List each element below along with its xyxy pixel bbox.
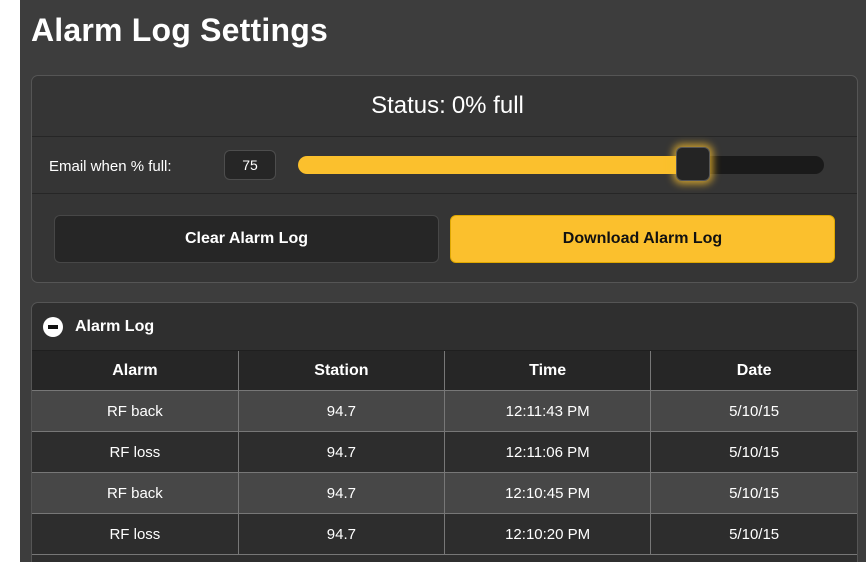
column-header-alarm: Alarm xyxy=(32,351,239,391)
status-row: Status: 0% full xyxy=(32,76,857,137)
table-row: RF loss 94.7 12:11:06 PM 5/10/15 xyxy=(32,431,857,473)
alarm-log-panel: Alarm Log Alarm Station Time Date RF bac… xyxy=(31,302,858,562)
slider-thumb[interactable] xyxy=(676,147,710,181)
alarm-log-settings-page: Alarm Log Settings Status: 0% full Email… xyxy=(20,0,866,562)
station-cell: 94.7 xyxy=(238,513,446,555)
alarm-cell: RF loss xyxy=(32,513,239,555)
alarm-cell: RF loss xyxy=(32,431,239,473)
station-cell: 94.7 xyxy=(238,431,446,473)
status-label: Status: xyxy=(371,92,446,119)
minus-circle-icon[interactable] xyxy=(43,316,63,337)
settings-panel: Status: 0% full Email when % full: Clear… xyxy=(31,75,858,283)
date-cell: 5/10/15 xyxy=(650,472,857,514)
log-actions: Clear Alarm Log Download Alarm Log xyxy=(32,194,857,282)
alarm-log-table: Alarm Station Time Date RF back 94.7 12:… xyxy=(32,351,857,555)
column-header-station: Station xyxy=(238,351,446,391)
alarm-log-header[interactable]: Alarm Log xyxy=(32,303,857,351)
clear-alarm-log-button[interactable]: Clear Alarm Log xyxy=(54,215,439,263)
date-cell: 5/10/15 xyxy=(650,431,857,473)
page-title: Alarm Log Settings xyxy=(31,12,328,48)
time-cell: 12:10:45 PM xyxy=(444,472,652,514)
time-cell: 12:11:43 PM xyxy=(444,390,652,432)
time-cell: 12:11:06 PM xyxy=(444,431,652,473)
email-threshold-slider[interactable] xyxy=(298,147,824,181)
table-header-row: Alarm Station Time Date xyxy=(32,351,857,391)
table-row: RF loss 94.7 12:10:20 PM 5/10/15 xyxy=(32,513,857,555)
email-threshold-label: Email when % full: xyxy=(49,158,172,175)
time-cell: 12:10:20 PM xyxy=(444,513,652,555)
alarm-cell: RF back xyxy=(32,390,239,432)
slider-fill xyxy=(298,156,693,174)
status-value: 0% full xyxy=(451,92,524,119)
date-cell: 5/10/15 xyxy=(650,513,857,555)
alarm-cell: RF back xyxy=(32,472,239,514)
table-row: RF back 94.7 12:11:43 PM 5/10/15 xyxy=(32,390,857,432)
column-header-time: Time xyxy=(444,351,652,391)
station-cell: 94.7 xyxy=(238,472,446,514)
email-threshold-row: Email when % full: xyxy=(32,137,857,194)
station-cell: 94.7 xyxy=(238,390,446,432)
email-threshold-input[interactable] xyxy=(224,150,276,180)
column-header-date: Date xyxy=(650,351,857,391)
download-alarm-log-button[interactable]: Download Alarm Log xyxy=(450,215,835,263)
alarm-log-title: Alarm Log xyxy=(75,317,155,335)
table-row: RF back 94.7 12:10:45 PM 5/10/15 xyxy=(32,472,857,514)
date-cell: 5/10/15 xyxy=(650,390,857,432)
